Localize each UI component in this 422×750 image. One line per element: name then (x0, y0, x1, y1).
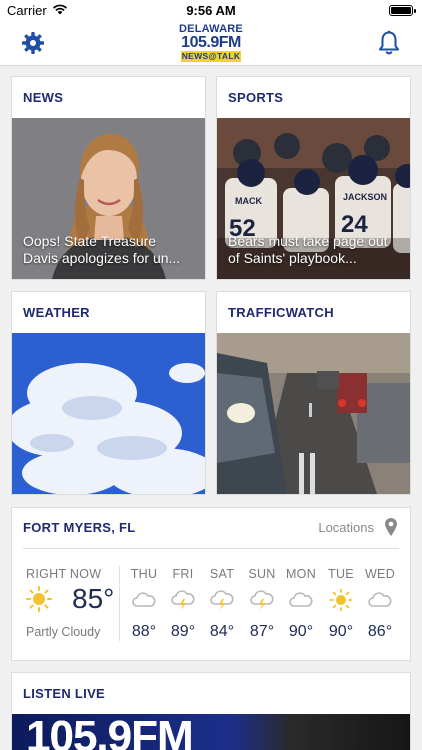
sports-title: SPORTS (228, 90, 284, 105)
cloud-icon (368, 592, 392, 607)
forecast-day: MON 90° (281, 567, 321, 640)
forecast-day: WED 86° (360, 567, 400, 640)
forecast-temp: 90° (328, 623, 354, 640)
sports-headline: Bears must take page out of Saints' play… (228, 233, 388, 266)
bell-icon[interactable] (377, 30, 401, 56)
weather-tile[interactable]: WEATHER (11, 291, 206, 495)
forecast-temp: 88° (131, 623, 157, 640)
thunder-cloud-icon (210, 590, 234, 610)
news-headline: Oops! State Treasure Davis apologizes fo… (23, 233, 181, 266)
forecast-temp: 84° (209, 623, 235, 640)
listen-live-tile[interactable]: LISTEN LIVE 105.9FM (11, 672, 411, 750)
traffic-title: TRAFFICWATCH (228, 305, 334, 320)
nav-bar: DELAWARE 105.9FM NEWS@TALK (0, 22, 422, 66)
forecast-temp: 86° (367, 623, 393, 640)
cloud-icon (289, 592, 313, 607)
forecast-day: SAT 84° (202, 567, 242, 640)
station-logo: DELAWARE 105.9FM NEWS@TALK (175, 24, 247, 64)
forecast-day: TUE 90° (321, 567, 361, 640)
weather-vertical-divider (119, 566, 120, 641)
weather-image (12, 333, 205, 494)
location-pin-icon[interactable] (384, 518, 398, 536)
forecast-day-label: THU (130, 567, 158, 581)
traffic-tile[interactable]: TRAFFICWATCH (216, 291, 411, 495)
weather-divider (23, 548, 399, 549)
banner-frequency: 105.9FM (26, 714, 194, 750)
thunder-cloud-icon (250, 590, 274, 610)
forecast-day-label: WED (364, 567, 396, 581)
forecast-day: THU 88° (124, 567, 164, 640)
weather-title: WEATHER (23, 305, 90, 320)
current-temp: 85° (72, 583, 115, 614)
logo-line-2: 105.9FM (181, 34, 241, 51)
svg-text:JACKSON: JACKSON (343, 192, 387, 202)
cloud-icon (132, 592, 156, 607)
listen-live-banner[interactable]: 105.9FM (12, 714, 410, 750)
weather-city: FORT MYERS, FL (23, 520, 136, 535)
logo-line-3: NEWS@TALK (181, 51, 241, 62)
sports-tile[interactable]: SPORTS 52 24 MACK JACKSON Bears must tak… (216, 76, 411, 280)
right-now-label: RIGHT NOW (26, 567, 102, 581)
locations-link[interactable]: Locations (318, 520, 374, 535)
current-condition: Partly Cloudy (26, 625, 101, 639)
forecast-temp: 87° (249, 623, 275, 640)
thunder-cloud-icon (171, 590, 195, 610)
svg-text:MACK: MACK (235, 196, 262, 206)
forecast-day-label: SAT (209, 567, 235, 581)
forecast-day-label: SUN (248, 567, 276, 581)
battery-icon (389, 5, 416, 16)
forecast-day-label: MON (285, 567, 317, 581)
listen-live-title: LISTEN LIVE (23, 686, 106, 701)
weather-panel: FORT MYERS, FL Locations RIGHT NOW 85° P… (11, 507, 411, 661)
forecast-day-label: TUE (328, 567, 354, 581)
news-title: NEWS (23, 90, 64, 105)
status-bar: Carrier 9:56 AM (0, 0, 422, 22)
forecast-day-label: FRI (172, 567, 194, 581)
forecast-temp: 89° (170, 623, 196, 640)
clock: 9:56 AM (186, 3, 236, 18)
gear-icon[interactable] (21, 31, 45, 55)
current-conditions: RIGHT NOW 85° Partly Cloudy (26, 567, 114, 639)
sun-icon (26, 586, 52, 612)
sun-icon (329, 589, 353, 611)
forecast-temp: 90° (288, 623, 314, 640)
forecast-day: FRI 89° (163, 567, 203, 640)
news-tile[interactable]: NEWS Oops! State Treasure Davis apologiz… (11, 76, 206, 280)
traffic-image (217, 333, 410, 494)
forecast-day: SUN 87° (242, 567, 282, 640)
